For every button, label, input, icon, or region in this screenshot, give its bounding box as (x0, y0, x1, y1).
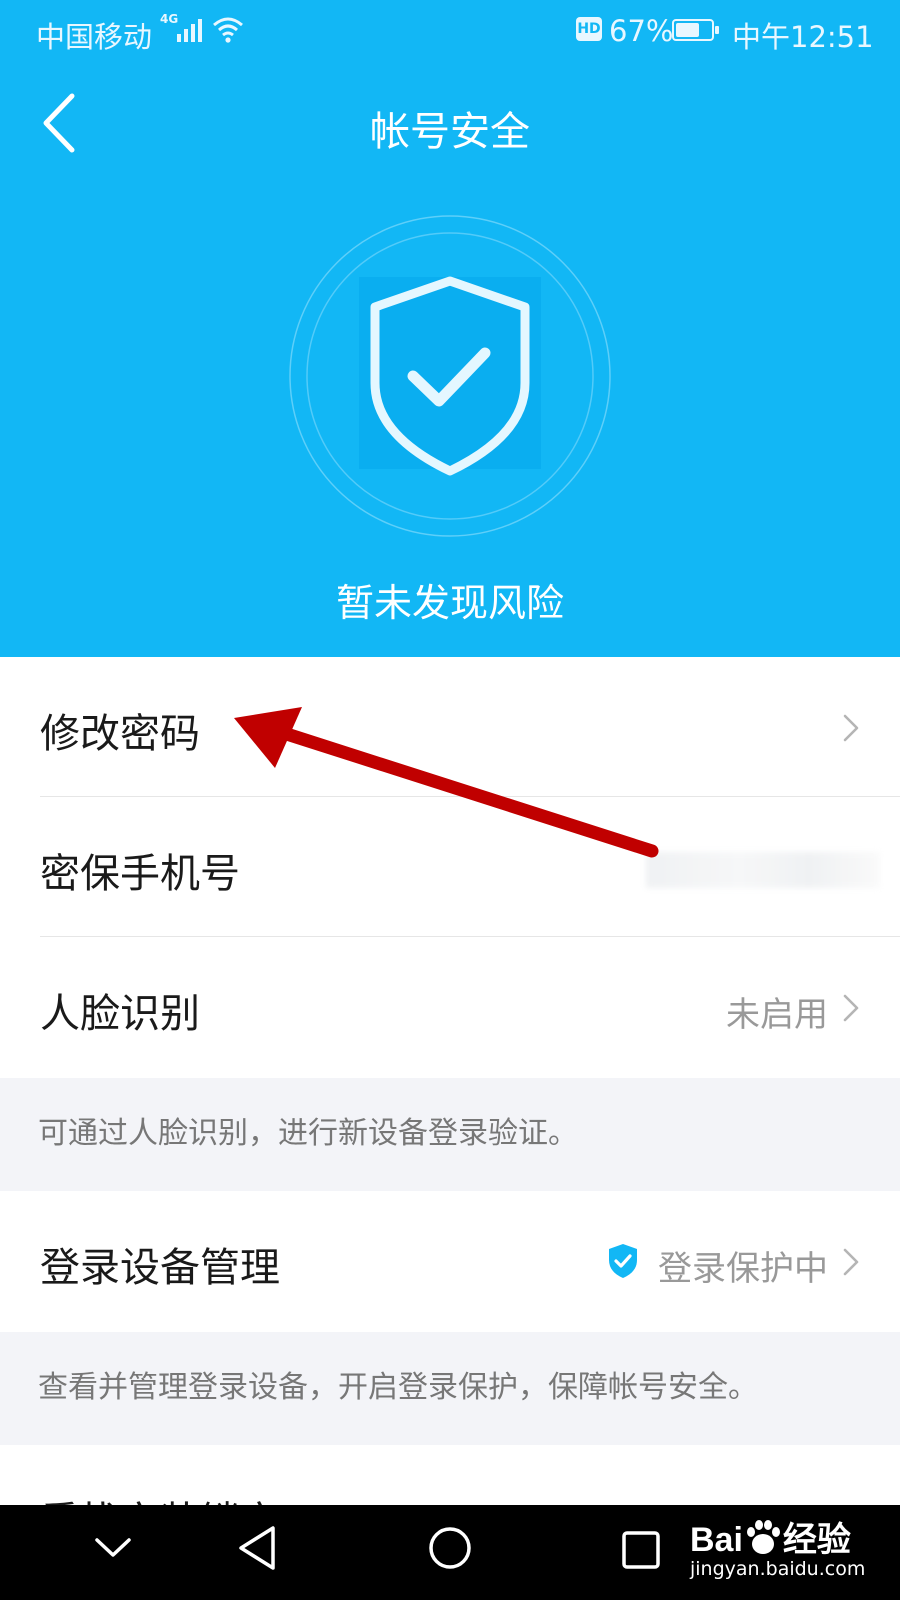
collapse-chevron-icon[interactable] (93, 1535, 133, 1561)
device-management-note-text: 查看并管理登录设备，开启登录保护，保障帐号安全。 (38, 1370, 758, 1405)
wifi-icon (213, 17, 243, 43)
face-recognition-row[interactable]: 人脸识别 未启用 (0, 937, 900, 1078)
shield-check-icon (289, 215, 611, 537)
status-bar: 中国移动 4G HD 67% 中午12:51 (0, 0, 900, 62)
security-status-text: 暂未发现风险 (335, 581, 564, 625)
clock: 中午12:51 (732, 20, 874, 54)
face-recognition-status: 未启用 (726, 995, 828, 1035)
baidu-jingyan-watermark: Bai 经验 jingyan.baidu.com (690, 1512, 865, 1580)
change-password-label: 修改密码 (40, 711, 200, 757)
blurred-phone-number (646, 852, 880, 888)
watermark-brand-suffix: 经验 (782, 1521, 851, 1559)
login-protection-status: 登录保护中 (658, 1249, 828, 1289)
chevron-right-icon (843, 714, 859, 742)
device-management-label: 登录设备管理 (40, 1245, 280, 1291)
security-phone-label: 密保手机号 (40, 851, 240, 897)
face-recognition-label: 人脸识别 (40, 991, 200, 1037)
chevron-right-icon (843, 1248, 859, 1276)
hd-badge: HD (576, 17, 602, 41)
back-triangle-icon[interactable] (235, 1524, 279, 1572)
page-title: 帐号安全 (370, 109, 530, 155)
watermark-brand-prefix: Bai (690, 1521, 743, 1559)
signal-icon (177, 19, 202, 42)
face-recognition-note-text: 可通过人脸识别，进行新设备登录验证。 (38, 1116, 578, 1151)
recent-apps-square-icon[interactable] (621, 1530, 661, 1570)
battery-percent: 67% (609, 14, 674, 48)
watermark-url: jingyan.baidu.com (690, 1558, 866, 1580)
device-management-row[interactable]: 登录设备管理 登录保护中 (0, 1191, 900, 1332)
carrier-label: 中国移动 (36, 20, 153, 54)
device-management-note: 查看并管理登录设备，开启登录保护，保障帐号安全。 (0, 1332, 900, 1445)
battery-level (676, 23, 699, 37)
header: 中国移动 4G HD 67% 中午12:51 帐号安全 暂未发现风险 (0, 0, 900, 657)
paw-icon (746, 1520, 780, 1554)
change-password-row[interactable]: 修改密码 (0, 657, 900, 797)
home-circle-icon[interactable] (427, 1525, 473, 1571)
face-recognition-note: 可通过人脸识别，进行新设备登录验证。 (0, 1078, 900, 1191)
battery-icon (672, 19, 719, 41)
shield-icon (609, 1244, 637, 1278)
chevron-right-icon (843, 994, 859, 1022)
